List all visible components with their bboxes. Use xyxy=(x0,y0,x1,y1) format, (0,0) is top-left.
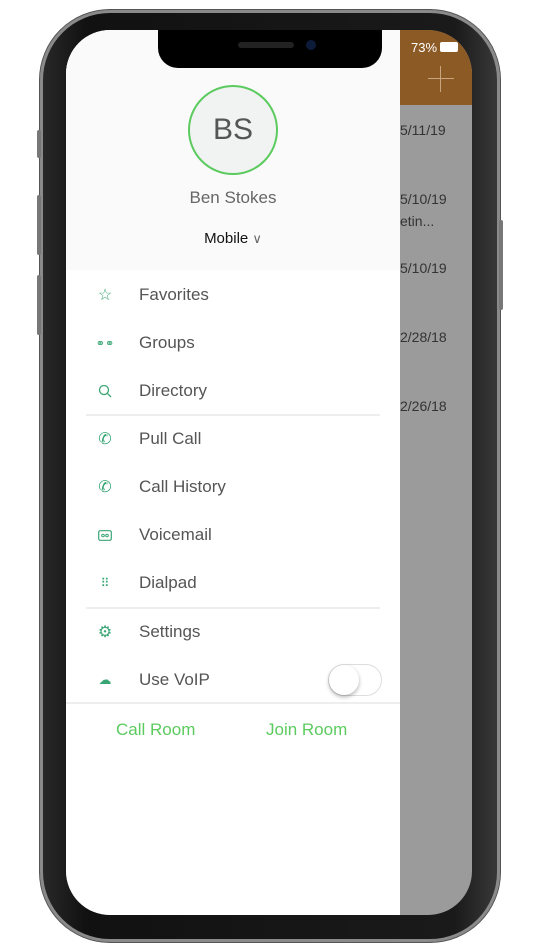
menu-item-directory[interactable]: Directory xyxy=(86,371,386,411)
menu-item-pull-call[interactable]: ✆ Pull Call xyxy=(86,419,386,459)
list-date: 2/26/18 xyxy=(400,398,447,414)
screen: 73% 5/11/19 5/10/19 etin... 5/10/19 2/28… xyxy=(66,30,472,915)
groups-icon: ⚭⚭ xyxy=(95,337,115,350)
search-icon xyxy=(96,382,114,400)
battery-percent: 73% xyxy=(411,40,438,55)
carrier: Verizon xyxy=(94,40,138,55)
volume-down-button xyxy=(37,275,41,335)
list-date: 5/10/19 xyxy=(400,260,447,276)
mode-selector[interactable]: Mobile ∨ xyxy=(66,230,400,247)
pull-call-icon: ✆ xyxy=(98,431,112,448)
avatar[interactable]: BS xyxy=(188,85,278,175)
volume-up-button xyxy=(37,195,41,255)
camera xyxy=(306,40,316,50)
menu-item-settings[interactable]: ⚙ Settings xyxy=(86,612,386,652)
join-room-button[interactable]: Join Room xyxy=(266,720,347,740)
side-drawer: Verizon BS Ben Stokes Mobile ∨ ☆ Favorite… xyxy=(66,30,400,915)
star-icon: ☆ xyxy=(97,287,113,304)
list-date: 5/10/19 xyxy=(400,191,447,207)
dialpad-icon: ⠿ xyxy=(100,576,110,590)
notch xyxy=(158,30,382,68)
chevron-down-icon: ∨ xyxy=(252,231,262,246)
menu-item-dialpad[interactable]: ⠿ Dialpad xyxy=(86,563,386,603)
mode-label: Mobile xyxy=(204,230,249,247)
speaker xyxy=(238,42,294,48)
menu-item-call-history[interactable]: ✆ Call History xyxy=(86,467,386,507)
voip-toggle[interactable] xyxy=(328,664,382,696)
add-icon[interactable] xyxy=(428,66,454,92)
toggle-knob xyxy=(329,665,359,695)
voicemail-icon xyxy=(96,526,114,544)
divider xyxy=(66,702,400,704)
profile-name: Ben Stokes xyxy=(189,188,277,207)
battery-icon xyxy=(440,42,458,52)
list-snippet: etin... xyxy=(400,213,435,229)
list-date: 2/28/18 xyxy=(400,329,447,345)
menu-item-groups[interactable]: ⚭⚭ Groups xyxy=(86,323,386,363)
menu-item-voicemail[interactable]: Voicemail xyxy=(86,515,386,555)
gear-icon: ⚙ xyxy=(97,624,113,641)
menu-item-favorites[interactable]: ☆ Favorites xyxy=(86,275,386,315)
call-history-icon: ✆ xyxy=(98,479,112,496)
call-room-button[interactable]: Call Room xyxy=(116,720,195,740)
cloud-icon: ☁ xyxy=(98,672,112,687)
list-date: 5/11/19 xyxy=(400,122,446,138)
power-button xyxy=(499,220,503,310)
divider xyxy=(86,607,380,609)
mute-switch xyxy=(37,130,41,158)
avatar-initials: BS xyxy=(212,113,254,146)
divider xyxy=(86,414,380,416)
